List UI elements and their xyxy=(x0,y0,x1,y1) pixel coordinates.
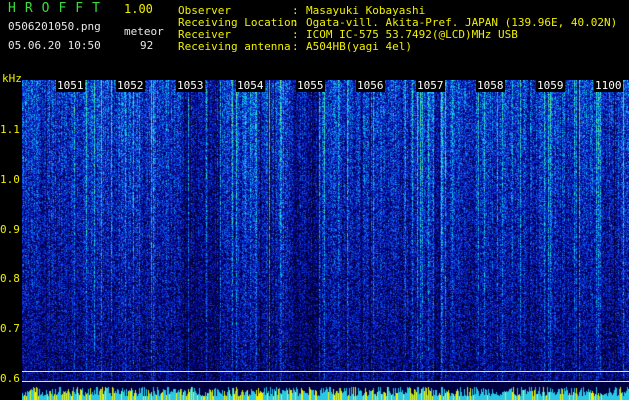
y-tick-1-1: 1.1 xyxy=(0,123,20,136)
timestamp: 05.06.20 10:50 xyxy=(8,39,101,52)
y-tick-0-6: 0.6 xyxy=(0,372,20,385)
marker-line-upper xyxy=(22,371,629,372)
x-tick-1054: 1054 xyxy=(236,79,265,92)
y-tick-0-8: 0.8 xyxy=(0,272,20,285)
app-version: 1.00 xyxy=(124,2,153,16)
antenna-key: Receiving antenna xyxy=(178,40,291,53)
marker-line-lower xyxy=(22,381,629,382)
x-tick-1053: 1053 xyxy=(176,79,205,92)
antenna-sep: : xyxy=(292,40,299,53)
x-tick-1052: 1052 xyxy=(116,79,145,92)
y-tick-0-7: 0.7 xyxy=(0,322,20,335)
y-axis-unit: kHz xyxy=(2,72,22,85)
x-tick-1055: 1055 xyxy=(296,79,325,92)
y-tick-0-9: 0.9 xyxy=(0,223,20,236)
y-tick-1-0: 1.0 xyxy=(0,173,20,186)
x-tick-1058: 1058 xyxy=(476,79,505,92)
x-tick-1051: 1051 xyxy=(56,79,85,92)
spectrogram xyxy=(22,80,629,400)
app-title: HROFFT xyxy=(8,1,109,16)
meteor-count: 92 xyxy=(140,39,154,52)
meteor-label: meteor xyxy=(124,25,164,38)
image-filename: 0506201050.png xyxy=(8,20,101,33)
x-tick-1100: 1100 xyxy=(594,79,623,92)
x-tick-1056: 1056 xyxy=(356,79,385,92)
antenna-value: A504HB(yagi 4el) xyxy=(306,40,412,53)
x-tick-1057: 1057 xyxy=(416,79,445,92)
x-tick-1059: 1059 xyxy=(536,79,565,92)
